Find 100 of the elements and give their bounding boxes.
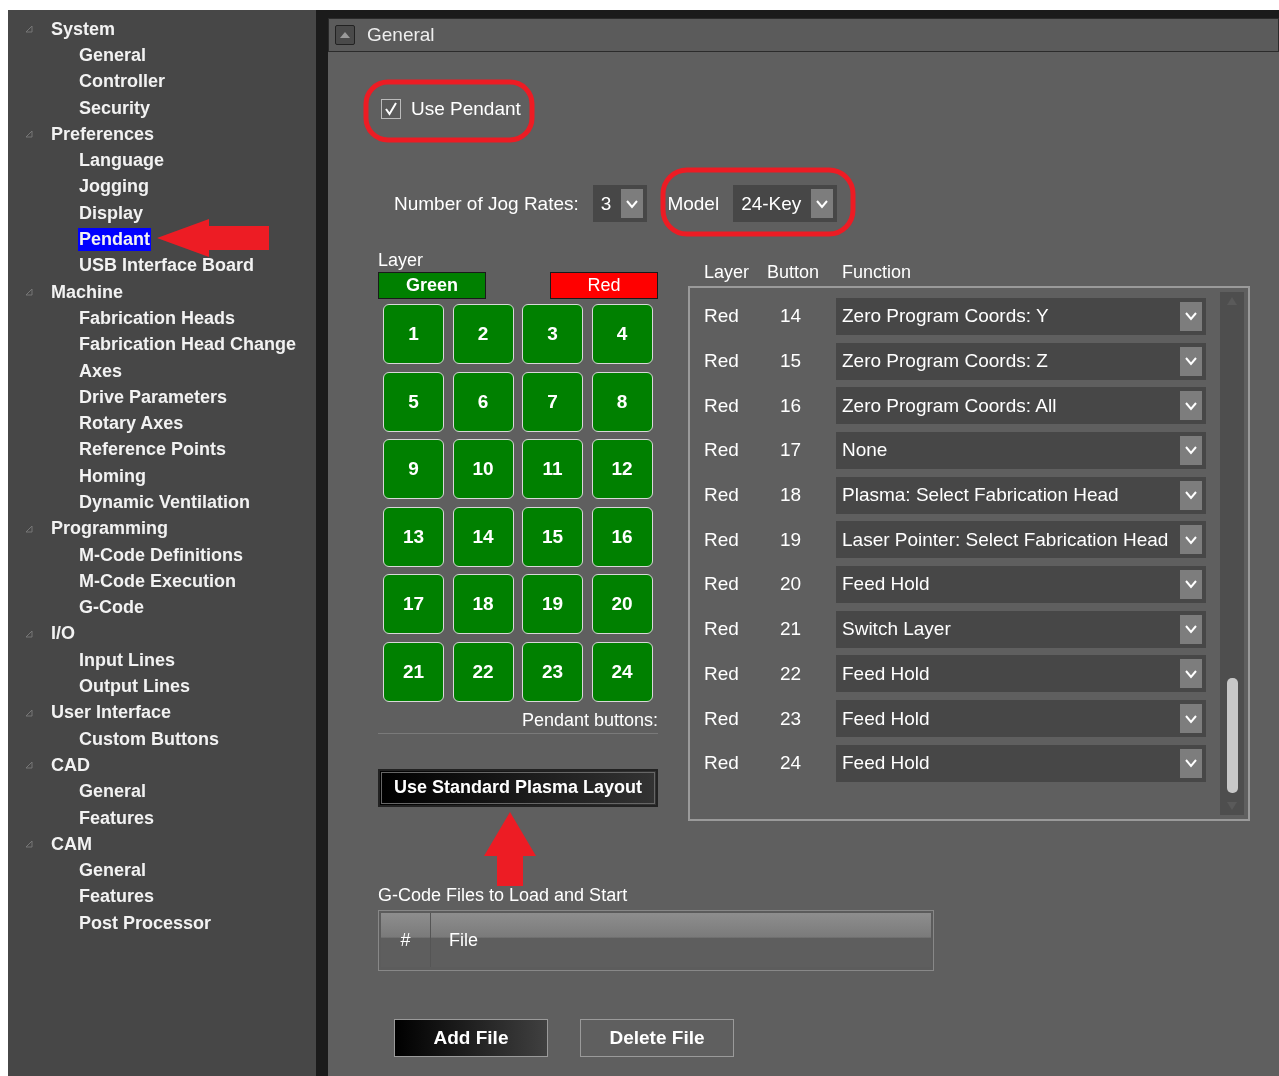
pendant-key[interactable]: 23 [522,641,583,702]
tree-item[interactable]: User Interface [50,701,173,725]
tree-item[interactable]: System [50,17,117,41]
tree-item[interactable]: Display [78,201,145,225]
tree-item[interactable]: G-Code [78,596,145,620]
table-cell-text: Red [704,439,740,462]
pendant-key[interactable]: 7 [522,371,583,432]
tree-item[interactable]: Output Lines [78,675,191,699]
column-header[interactable]: File [449,929,478,951]
tree-item[interactable]: General [78,859,148,883]
column-header[interactable]: # [381,913,431,967]
pendant-key[interactable]: 6 [452,371,514,432]
function-dropdown[interactable]: Switch Layer [836,610,1206,648]
pendant-key[interactable]: 22 [452,641,514,702]
function-dropdown[interactable]: Laser Pointer: Select Fabrication Head [836,521,1206,559]
standard-layout-button[interactable]: Use Standard Plasma Layout [378,768,658,807]
checkbox[interactable] [381,99,401,119]
collapse-button[interactable] [335,25,355,45]
function-dropdown[interactable]: Zero Program Coords: All [836,387,1206,425]
layer-option[interactable]: Red [550,272,658,299]
tree-item[interactable]: Dynamic Ventilation [78,491,252,514]
tree-item[interactable]: Post Processor [78,911,213,935]
tree-item[interactable]: I/O [50,622,76,646]
function-dropdown[interactable]: Zero Program Coords: Z [836,342,1206,380]
tree-item[interactable]: General [78,780,148,804]
tree-item[interactable]: M-Code Definitions [78,543,244,567]
pendant-key[interactable]: 9 [383,439,444,499]
expand-icon[interactable] [25,524,33,533]
function-dropdown[interactable]: Zero Program Coords: Y [836,297,1206,335]
pendant-key[interactable]: 2 [452,304,514,364]
caret-icon [339,31,351,39]
tree-item[interactable]: Axes [78,359,124,383]
tree-item[interactable]: Language [78,149,165,173]
expand-icon[interactable] [25,629,33,638]
pendant-buttons-caption: Pendant buttons: [378,709,658,734]
tree-item[interactable]: General [78,43,148,67]
function-dropdown[interactable]: Plasma: Select Fabrication Head [836,476,1206,514]
tree-item[interactable]: Jogging [78,175,150,199]
tree-item[interactable]: CAM [50,832,93,856]
tree-item[interactable]: Controller [78,70,166,94]
tree-item[interactable]: Fabrication Head Change [78,333,298,357]
tree-item[interactable]: Pendant [78,228,151,251]
layer-option[interactable]: Green [378,272,486,299]
pendant-key[interactable]: 10 [452,439,514,499]
pendant-key[interactable]: 11 [522,439,583,499]
tree-item[interactable]: Machine [50,280,125,304]
pendant-key[interactable]: 5 [383,371,444,432]
jog-rates-dropdown[interactable]: 3 [592,185,648,222]
tree-item[interactable]: Input Lines [78,648,176,672]
pendant-key[interactable]: 14 [452,506,514,567]
tree-item[interactable]: Programming [50,517,170,541]
tree-item[interactable]: Custom Buttons [78,727,220,751]
pendant-key[interactable]: 18 [452,574,514,634]
table-cell-text: Red [704,528,740,551]
pendant-key[interactable]: 4 [591,304,653,364]
pendant-key[interactable]: 13 [383,506,444,567]
tree-item[interactable]: Features [78,806,156,830]
pendant-key[interactable]: 17 [383,574,444,634]
table-cell-text: Red [704,305,740,328]
tree-item[interactable]: Features [78,885,156,909]
function-dropdown[interactable]: Feed Hold [836,565,1206,603]
checkbox-label: Use Pendant [411,98,521,120]
expand-icon[interactable] [25,761,33,770]
expand-icon[interactable] [25,840,33,849]
expand-icon[interactable] [25,130,33,139]
expand-icon[interactable] [25,25,33,34]
pendant-key[interactable]: 19 [522,574,583,634]
scrollbar[interactable] [1220,292,1244,815]
chevron-down-icon [1184,668,1198,679]
table-cell-text: 21 [780,618,803,641]
pendant-key[interactable]: 16 [591,506,653,567]
tree-item[interactable]: Security [78,96,152,120]
tree-item[interactable]: Preferences [50,122,156,146]
pendant-key[interactable]: 24 [591,641,653,702]
action-button[interactable]: Add File [394,1019,548,1057]
tree-item[interactable]: CAD [50,753,91,777]
function-dropdown[interactable]: Feed Hold [836,744,1206,782]
tree-item[interactable]: Fabrication Heads [78,306,237,330]
tree-item[interactable]: Reference Points [78,438,228,462]
pendant-key[interactable]: 1 [383,304,444,364]
pendant-key[interactable]: 21 [383,641,444,702]
pendant-key[interactable]: 8 [591,371,653,432]
pendant-key[interactable]: 3 [522,304,583,364]
function-dropdown[interactable]: Feed Hold [836,655,1206,693]
expand-icon[interactable] [25,708,33,717]
tree-item[interactable]: M-Code Execution [78,569,237,593]
pendant-key[interactable]: 15 [522,506,583,567]
function-dropdown[interactable]: Feed Hold [836,700,1206,738]
chevron-down-icon [1184,490,1198,501]
scrollbar-thumb[interactable] [1226,678,1238,793]
pendant-key[interactable]: 20 [591,574,653,634]
pendant-key[interactable]: 12 [591,439,653,499]
tree-item[interactable]: Rotary Axes [78,412,185,436]
model-dropdown[interactable]: 24-Key [733,185,838,222]
tree-item[interactable]: USB Interface Board [78,254,256,278]
action-button[interactable]: Delete File [580,1019,734,1057]
tree-item[interactable]: Homing [78,464,147,488]
function-dropdown[interactable]: None [836,431,1206,469]
expand-icon[interactable] [25,288,33,297]
tree-item[interactable]: Drive Parameters [78,385,229,409]
